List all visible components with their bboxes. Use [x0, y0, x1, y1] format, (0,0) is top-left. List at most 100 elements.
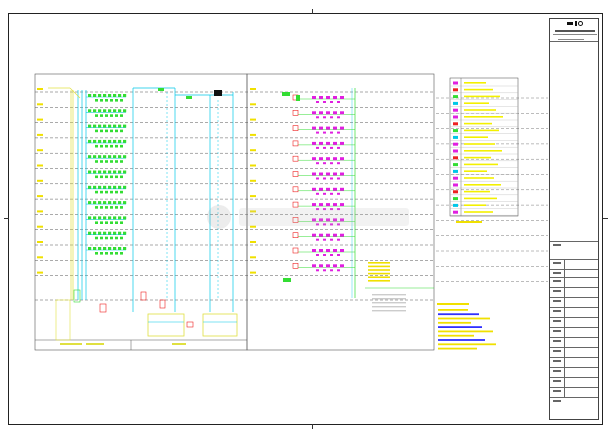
- sanitary-fixture: [103, 124, 107, 128]
- legend-text: [464, 170, 487, 172]
- floor-drain: [292, 155, 299, 162]
- sanitary-fixture: [95, 114, 98, 117]
- drain-fixture: [323, 254, 326, 256]
- sanitary-fixture: [120, 114, 123, 117]
- sanitary-fixture: [113, 247, 117, 250]
- sanitary-fixture: [100, 252, 103, 255]
- sanitary-fixture: [115, 221, 118, 224]
- drain-fixture: [340, 126, 344, 130]
- sanitary-fixture: [98, 216, 102, 220]
- title-block-row: [550, 241, 598, 242]
- title-block-field-label: [553, 272, 561, 274]
- sanitary-fixture: [100, 236, 103, 240]
- notes-line: [438, 326, 482, 328]
- legend-symbol: [453, 108, 458, 112]
- drain-fixture: [337, 192, 340, 195]
- sanitary-fixture: [113, 185, 117, 189]
- drain-fixture: [316, 177, 319, 180]
- title-block-field-label: [553, 330, 561, 332]
- notes-line: [438, 321, 471, 324]
- legend-symbol: [453, 122, 458, 126]
- sanitary-fixture: [110, 129, 113, 133]
- sanitary-fixture: [110, 114, 113, 117]
- legend-text: [464, 184, 501, 186]
- drain-fixture: [326, 264, 330, 268]
- sanitary-fixture: [100, 175, 103, 179]
- drain-fixture: [312, 157, 316, 161]
- drain-fixture: [323, 269, 326, 272]
- sanitary-fixture: [100, 99, 103, 102]
- riser-top-bend: [69, 87, 81, 99]
- legend-symbol: [453, 88, 458, 92]
- sanitary-fixture: [108, 231, 112, 235]
- spec-note-line: [372, 294, 406, 296]
- sanitary-fixture: [88, 201, 92, 205]
- sanitary-fixture: [93, 216, 97, 220]
- sanitary-fixture: [123, 247, 127, 250]
- drain-fixture: [319, 264, 323, 268]
- notes-line: [438, 334, 474, 337]
- sanitary-fixture: [88, 247, 92, 250]
- floor-level-tag: [37, 149, 43, 152]
- sanitary-fixture: [110, 144, 113, 148]
- title-block-row: [550, 397, 598, 398]
- drain-fixture: [316, 238, 319, 241]
- sanitary-fixture: [118, 231, 122, 235]
- title-block-field-label: [553, 280, 561, 282]
- sanitary-fixture: [115, 206, 118, 209]
- title-block-field-label: [553, 244, 561, 246]
- legend-symbol: [453, 135, 458, 139]
- water-meter-box: [55, 299, 71, 341]
- drain-fixture: [319, 157, 323, 161]
- drain-fixture: [326, 111, 330, 115]
- sanitary-fixture: [120, 190, 123, 194]
- drain-fixture: [319, 96, 323, 99]
- footer-caption: [60, 343, 82, 345]
- drain-fixture: [337, 238, 340, 241]
- pipe-annotation: [368, 280, 390, 282]
- valve-symbol: [186, 96, 192, 99]
- drain-fixture: [337, 269, 340, 272]
- notes-line: [438, 309, 468, 311]
- sanitary-fixture: [93, 201, 97, 205]
- sanitary-fixture: [103, 231, 107, 235]
- title-block-row: [550, 377, 598, 378]
- roof-vent: [282, 92, 290, 96]
- sanitary-fixture: [93, 170, 97, 174]
- drain-fixture: [326, 157, 330, 161]
- sanitary-fixture: [108, 201, 112, 205]
- drain-fixture: [316, 192, 319, 195]
- sanitary-fixture: [115, 236, 118, 240]
- legend-symbol: [453, 169, 458, 173]
- legend-text: [464, 211, 493, 213]
- sanitary-fixture: [120, 252, 123, 255]
- legend-text: [464, 82, 486, 84]
- sanitary-fixture: [108, 139, 112, 143]
- sanitary-fixture: [105, 175, 108, 179]
- sanitary-fixture: [110, 160, 113, 163]
- drain-fixture: [333, 264, 337, 268]
- sanitary-fixture: [98, 231, 102, 235]
- sanitary-fixture: [113, 216, 117, 220]
- title-block-row: [550, 287, 598, 288]
- sanitary-fixture: [108, 185, 112, 189]
- drain-fixture: [323, 177, 326, 180]
- floor-level-tag: [37, 118, 43, 121]
- spec-note-line: [372, 302, 406, 304]
- sanitary-fixture: [108, 94, 112, 97]
- sanitary-fixture: [113, 201, 117, 205]
- drain-fixture: [319, 249, 323, 252]
- sanitary-fixture: [123, 109, 127, 113]
- legend-symbol: [453, 129, 458, 133]
- drain-fixture: [330, 192, 333, 195]
- legend-symbol: [453, 142, 458, 146]
- notes-line: [438, 330, 493, 333]
- legend-text: [464, 190, 490, 193]
- sanitary-fixture: [98, 109, 102, 113]
- sanitary-fixture: [105, 206, 108, 209]
- legend-text: [464, 102, 489, 104]
- legend-text: [464, 109, 496, 111]
- sanitary-fixture: [118, 170, 122, 174]
- sanitary-fixture: [123, 124, 127, 128]
- notes-line: [438, 313, 479, 316]
